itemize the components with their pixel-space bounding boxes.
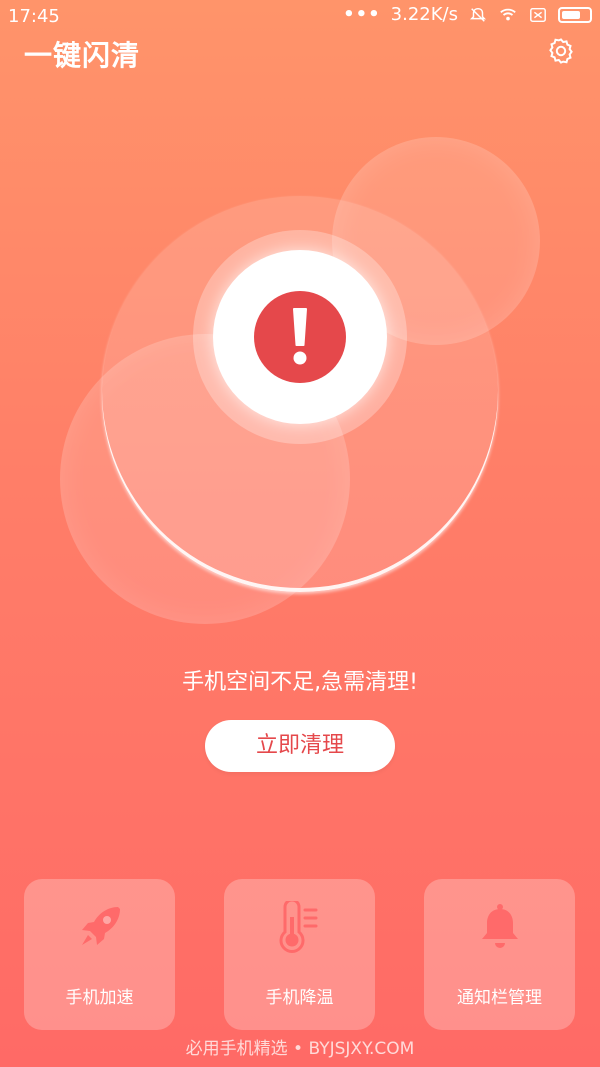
status-icons: ••• 3.22K/s <box>343 4 592 25</box>
wifi-icon <box>500 8 516 20</box>
phone-speedup-label: 手机加速 <box>65 988 134 1008</box>
phone-cooldown-label: 手机降温 <box>265 988 334 1008</box>
phone-cooldown-card[interactable]: 手机降温 <box>224 879 375 1030</box>
sim-x-icon <box>530 7 546 22</box>
app-title: 一键闪清 <box>24 39 141 72</box>
battery-icon <box>558 6 592 23</box>
status-bar: 17:45 ••• 3.22K/s <box>0 0 600 32</box>
rocket-icon <box>82 907 120 945</box>
thermometer-icon <box>279 901 318 953</box>
gear-icon[interactable] <box>546 36 576 66</box>
notification-manage-card[interactable]: 通知栏管理 <box>424 879 575 1030</box>
more-dots: ••• <box>343 4 381 25</box>
network-speed: 3.22K/s <box>390 4 458 25</box>
storage-warning-text: 手机空间不足,急需清理! <box>182 670 418 695</box>
footer-watermark: 必用手机精选 • BYJSJXY.COM <box>185 1039 415 1059</box>
notification-manage-label: 通知栏管理 <box>457 988 542 1008</box>
bell-icon <box>482 904 518 948</box>
exclamation-icon <box>254 291 346 383</box>
status-time: 17:45 <box>8 6 60 27</box>
clean-now-button[interactable]: 立即清理 <box>205 720 395 772</box>
bell-mute-icon <box>469 7 487 22</box>
phone-speedup-card[interactable]: 手机加速 <box>24 879 175 1030</box>
